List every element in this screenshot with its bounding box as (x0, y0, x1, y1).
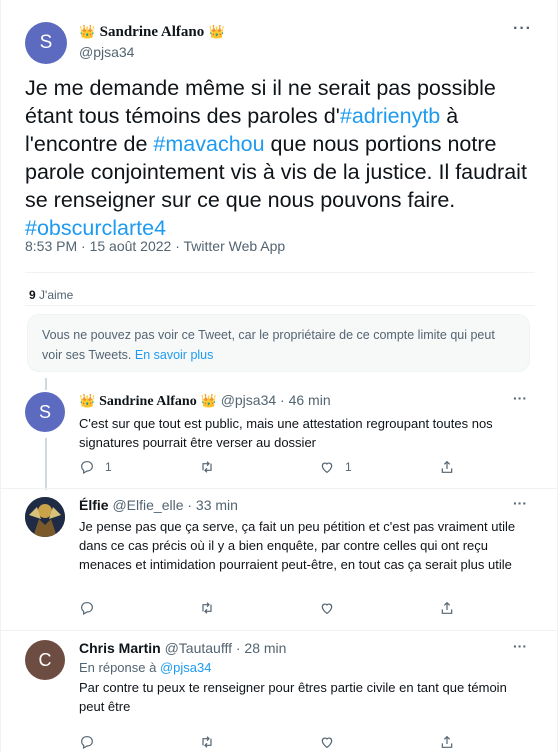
reply-item[interactable]: S 👑 Sandrine Alfano 👑 @pjsa34 · 46 min ·… (25, 390, 537, 482)
crown-icon: 👑 (79, 24, 96, 39)
author-handle[interactable]: @pjsa34 (79, 42, 225, 62)
avatar-letter: C (38, 649, 52, 670)
in-reply-handle-link[interactable]: @pjsa34 (160, 660, 212, 675)
author-info: 👑 Sandrine Alfano 👑 @pjsa34 (79, 22, 225, 62)
reply-avatar[interactable] (25, 497, 65, 537)
more-icon[interactable]: ··· (513, 20, 532, 38)
divider (25, 305, 535, 306)
like-count: 1 (345, 460, 352, 474)
divider (1, 488, 557, 489)
tweet-page: S 👑 Sandrine Alfano 👑 @pjsa34 ··· Je me … (0, 0, 558, 752)
like-icon (321, 603, 333, 615)
crown-icon: 👑 (79, 393, 96, 408)
learn-more-link[interactable]: En savoir plus (135, 348, 214, 362)
reply-text: Par contre tu peux te renseigner pour êt… (79, 680, 507, 714)
share-icon (441, 735, 453, 748)
crown-icon: 👑 (200, 393, 217, 408)
reply-button[interactable]: 1 (79, 459, 112, 475)
divider (25, 272, 535, 273)
reply-count: 1 (105, 460, 112, 474)
reply-text: Je pense pas que ça serve, ça fait un pe… (79, 519, 516, 572)
reply-avatar[interactable]: C (25, 640, 65, 680)
more-icon[interactable]: ··· (513, 390, 527, 406)
reply-header: 👑 Sandrine Alfano 👑 @pjsa34 · 46 min (79, 392, 331, 410)
retweet-icon (202, 602, 212, 614)
reply-header: Élfie @Elfie_elle · 33 min (79, 497, 238, 513)
hashtag-link[interactable]: #mavachou (153, 132, 264, 156)
crown-icon: 👑 (208, 24, 225, 39)
share-icon (441, 601, 453, 614)
author-display-name[interactable]: Sandrine Alfano (100, 24, 205, 40)
reply-actions (79, 734, 499, 752)
like-button[interactable] (319, 600, 335, 616)
reply-actions: 1 1 (79, 459, 499, 477)
author-avatar[interactable]: S (25, 22, 67, 64)
reply-button[interactable] (79, 600, 95, 616)
share-button[interactable] (439, 600, 455, 616)
avatar-letter: S (38, 401, 51, 422)
reply-item[interactable]: Élfie @Elfie_elle · 33 min ··· Je pense … (25, 495, 537, 621)
like-icon (321, 737, 333, 749)
retweet-icon (202, 736, 212, 748)
like-button[interactable]: 1 (319, 459, 352, 475)
retweet-button[interactable] (199, 600, 215, 616)
thread-line (45, 378, 47, 390)
share-button[interactable] (439, 734, 455, 750)
avatar-letter: S (39, 32, 53, 53)
reply-button[interactable] (79, 734, 95, 750)
in-reply-to: En réponse à @pjsa34 (79, 659, 211, 677)
retweet-button[interactable] (199, 734, 215, 750)
reply-display-name[interactable]: Sandrine Alfano (99, 394, 197, 409)
reply-avatar[interactable]: S (25, 392, 65, 432)
retweet-button[interactable] (199, 459, 215, 475)
reply-actions (79, 600, 499, 618)
like-icon (321, 462, 333, 474)
retweet-icon (202, 461, 212, 473)
avatar-image-icon (25, 497, 65, 537)
reply-display-name[interactable]: Chris Martin (79, 640, 161, 656)
reply-icon (81, 602, 93, 616)
share-icon (441, 460, 453, 473)
reply-text: C'est sur que tout est public, mais une … (79, 416, 493, 450)
more-icon[interactable]: ··· (513, 638, 527, 654)
hashtag-link[interactable]: #adrienytb (340, 104, 440, 128)
divider (1, 630, 557, 631)
likes-label: J'aime (35, 288, 74, 302)
reply-display-name[interactable]: Élfie (79, 497, 109, 513)
reply-icon (81, 736, 93, 750)
share-button[interactable] (439, 459, 455, 475)
hashtag-link[interactable]: #obscurclarte4 (25, 216, 166, 240)
notice-text: Vous ne pouvez pas voir ce Tweet, car le… (42, 328, 495, 362)
more-icon[interactable]: ··· (513, 495, 527, 511)
tweet-text: Je me demande même si il ne serait pas p… (25, 74, 535, 242)
like-button[interactable] (319, 734, 335, 750)
reply-item[interactable]: C Chris Martin @Tautaufff · 28 min ··· E… (25, 638, 537, 752)
reply-handle[interactable]: @Elfie_elle · 33 min (112, 497, 238, 513)
restricted-notice: Vous ne pouvez pas voir ce Tweet, car le… (27, 314, 530, 372)
reply-header: Chris Martin @Tautaufff · 28 min (79, 640, 286, 656)
likes-number: 9 (29, 288, 36, 302)
in-reply-prefix: En réponse à (79, 660, 160, 675)
reply-handle[interactable]: @pjsa34 · 46 min (221, 392, 331, 408)
reply-handle[interactable]: @Tautaufff · 28 min (165, 640, 287, 656)
reply-icon (81, 461, 93, 475)
tweet-timestamp[interactable]: 8:53 PM · 15 août 2022 · Twitter Web App (25, 238, 285, 254)
likes-count[interactable]: 9 J'aime (29, 288, 73, 302)
